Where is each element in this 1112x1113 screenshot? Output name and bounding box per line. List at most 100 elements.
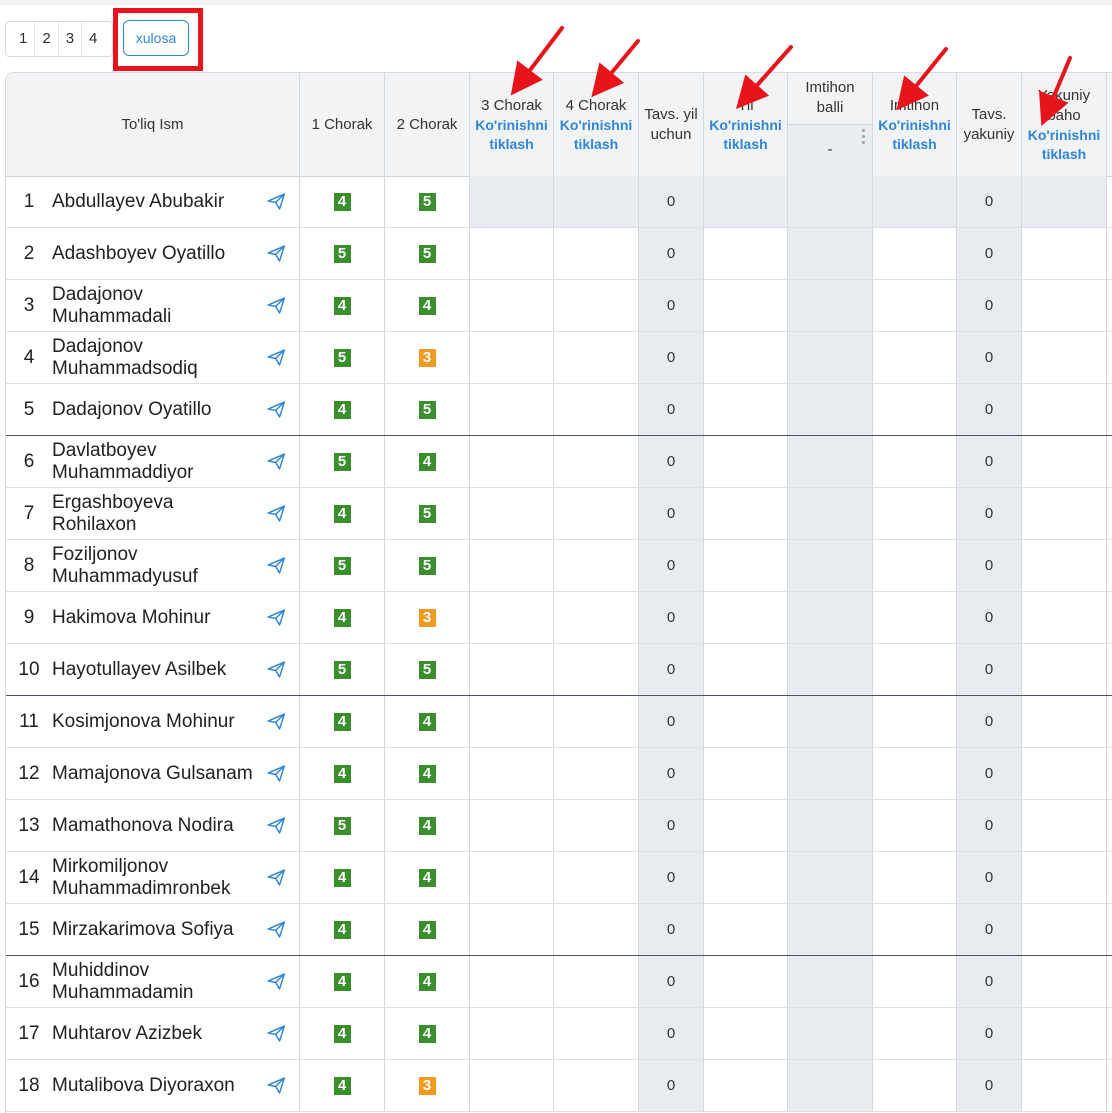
quarter-4-cell[interactable] (554, 904, 639, 955)
quarter-1-grade-cell[interactable]: 5 (300, 644, 385, 695)
quarter-1-grade-cell[interactable]: 4 (300, 904, 385, 955)
exam-cell[interactable] (873, 1060, 957, 1111)
quarter-4-cell[interactable] (554, 1060, 639, 1111)
final-grade-cell[interactable] (1022, 540, 1107, 591)
exam-cell[interactable] (873, 1008, 957, 1059)
send-message-icon[interactable] (266, 711, 287, 732)
quarter-1-grade-cell[interactable]: 5 (300, 228, 385, 279)
quarter-3-cell[interactable] (470, 280, 554, 331)
quarter-1-grade-cell[interactable]: 4 (300, 176, 385, 227)
quarter-4-cell[interactable] (554, 696, 639, 747)
quarter-1-grade-cell[interactable]: 4 (300, 696, 385, 747)
quarter-2-grade-cell[interactable]: 4 (385, 800, 470, 851)
send-message-icon[interactable] (266, 815, 287, 836)
quarter-3-cell[interactable] (470, 696, 554, 747)
student-name[interactable]: Adashboyev Oyatillo (52, 243, 262, 265)
exam-cell[interactable] (873, 332, 957, 383)
quarter-3-cell[interactable] (470, 852, 554, 903)
quarter-1-grade-cell[interactable]: 4 (300, 1060, 385, 1111)
quarter-4-cell[interactable] (554, 280, 639, 331)
send-message-icon[interactable] (266, 243, 287, 264)
final-grade-cell[interactable] (1022, 904, 1107, 955)
final-grade-cell[interactable] (1022, 644, 1107, 695)
quarter-3-cell[interactable] (470, 592, 554, 643)
quarter-3-cell[interactable] (470, 800, 554, 851)
quarter-1-grade-cell[interactable]: 4 (300, 592, 385, 643)
quarter-4-cell[interactable] (554, 1008, 639, 1059)
student-name[interactable]: Dadajonov Muhammadsodiq (52, 336, 262, 380)
year-cell[interactable] (704, 956, 788, 1007)
quarter-3-cell[interactable] (470, 1008, 554, 1059)
exam-cell[interactable] (873, 852, 957, 903)
quarter-2-grade-cell[interactable]: 4 (385, 852, 470, 903)
student-name[interactable]: Dadajonov Oyatillo (52, 399, 262, 421)
final-grade-cell[interactable] (1022, 956, 1107, 1007)
tab-quarter-4[interactable]: 4 (81, 22, 104, 56)
quarter-3-cell[interactable] (470, 644, 554, 695)
student-name[interactable]: Mamajonova Gulsanam (52, 763, 262, 785)
send-message-icon[interactable] (266, 763, 287, 784)
restore-view-link-exam[interactable]: Ko'rinishni tiklash (873, 116, 956, 154)
student-name[interactable]: Foziljonov Muhammadyusuf (52, 544, 262, 588)
quarter-2-grade-cell[interactable]: 3 (385, 1060, 470, 1111)
final-grade-cell[interactable] (1022, 436, 1107, 487)
exam-cell[interactable] (873, 540, 957, 591)
quarter-1-grade-cell[interactable]: 5 (300, 800, 385, 851)
quarter-4-cell[interactable] (554, 384, 639, 435)
final-grade-cell[interactable] (1022, 748, 1107, 799)
final-grade-cell[interactable] (1022, 852, 1107, 903)
quarter-3-cell[interactable] (470, 956, 554, 1007)
quarter-4-cell[interactable] (554, 540, 639, 591)
quarter-3-cell[interactable] (470, 904, 554, 955)
quarter-2-grade-cell[interactable]: 4 (385, 696, 470, 747)
final-grade-cell[interactable] (1022, 384, 1107, 435)
send-message-icon[interactable] (266, 919, 287, 940)
quarter-3-cell[interactable] (470, 488, 554, 539)
send-message-icon[interactable] (266, 555, 287, 576)
exam-cell[interactable] (873, 644, 957, 695)
send-message-icon[interactable] (266, 971, 287, 992)
quarter-2-grade-cell[interactable]: 4 (385, 280, 470, 331)
tab-quarter-1[interactable]: 1 (12, 22, 34, 56)
quarter-4-cell[interactable] (554, 852, 639, 903)
quarter-4-cell[interactable] (554, 176, 639, 227)
exam-cell[interactable] (873, 228, 957, 279)
column-menu-icon[interactable] (862, 128, 866, 144)
final-grade-cell[interactable] (1022, 800, 1107, 851)
header-full-name[interactable]: To'liq Ism (6, 73, 300, 176)
quarter-4-cell[interactable] (554, 332, 639, 383)
year-cell[interactable] (704, 488, 788, 539)
send-message-icon[interactable] (266, 451, 287, 472)
student-name[interactable]: Ergashboyeva Rohilaxon (52, 492, 262, 536)
quarter-3-cell[interactable] (470, 332, 554, 383)
send-message-icon[interactable] (266, 607, 287, 628)
year-cell[interactable] (704, 644, 788, 695)
exam-cell[interactable] (873, 280, 957, 331)
student-name[interactable]: Kosimjonova Mohinur (52, 711, 262, 733)
student-name[interactable]: Hayotullayev Asilbek (52, 659, 262, 681)
quarter-3-cell[interactable] (470, 176, 554, 227)
quarter-1-grade-cell[interactable]: 4 (300, 852, 385, 903)
student-name[interactable]: Davlatboyev Muhammaddiyor (52, 440, 262, 484)
year-cell[interactable] (704, 384, 788, 435)
exam-cell[interactable] (873, 176, 957, 227)
header-recommended-final[interactable]: Tavs. yakuniy (957, 73, 1022, 176)
quarter-2-grade-cell[interactable]: 5 (385, 488, 470, 539)
quarter-2-grade-cell[interactable]: 3 (385, 592, 470, 643)
quarter-2-grade-cell[interactable]: 5 (385, 644, 470, 695)
year-cell[interactable] (704, 228, 788, 279)
final-grade-cell[interactable] (1022, 176, 1107, 227)
restore-view-link-final[interactable]: Ko'rinishni tiklash (1022, 126, 1106, 164)
quarter-4-cell[interactable] (554, 488, 639, 539)
header-quarter-2[interactable]: 2 Chorak (385, 73, 470, 176)
exam-cell[interactable] (873, 748, 957, 799)
final-grade-cell[interactable] (1022, 1060, 1107, 1111)
student-name[interactable]: Muhtarov Azizbek (52, 1023, 262, 1045)
quarter-4-cell[interactable] (554, 748, 639, 799)
quarter-3-cell[interactable] (470, 384, 554, 435)
quarter-4-cell[interactable] (554, 592, 639, 643)
exam-cell[interactable] (873, 384, 957, 435)
send-message-icon[interactable] (266, 295, 287, 316)
quarter-1-grade-cell[interactable]: 5 (300, 436, 385, 487)
exam-cell[interactable] (873, 800, 957, 851)
